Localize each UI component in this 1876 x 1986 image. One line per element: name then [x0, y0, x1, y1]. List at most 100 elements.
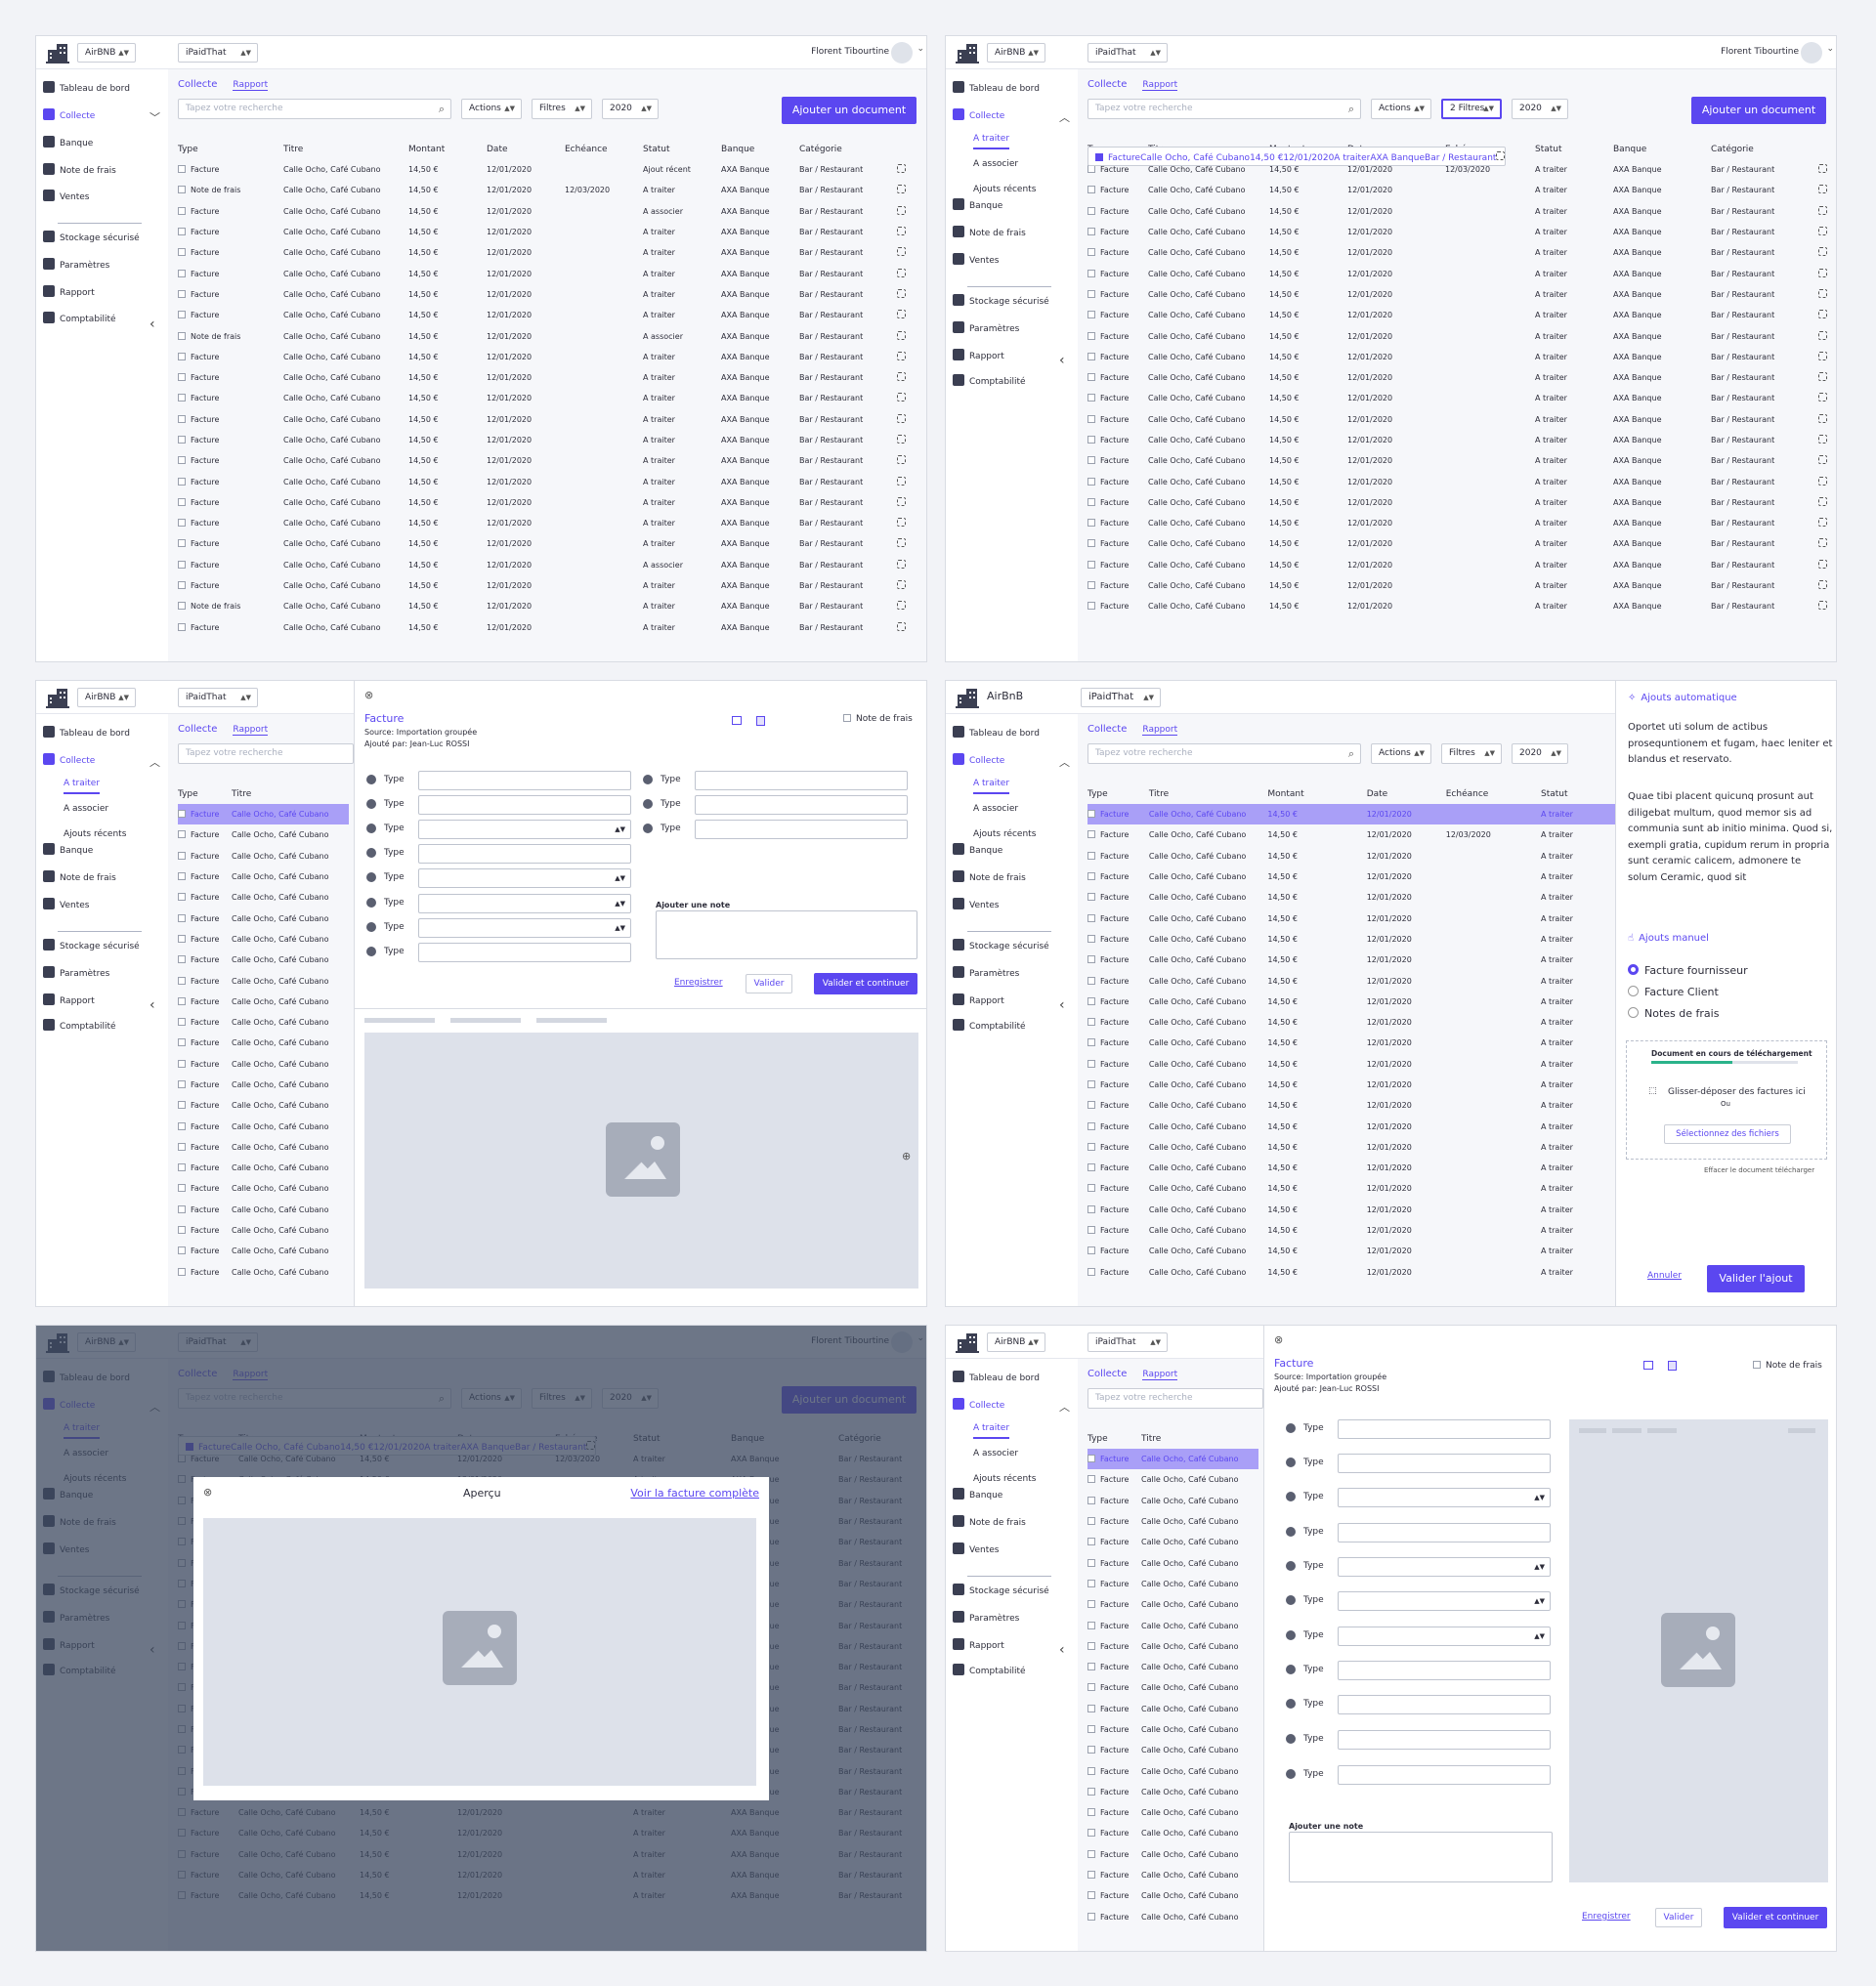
row-checkbox[interactable]: [1087, 1849, 1095, 1858]
row-checkbox[interactable]: [178, 1247, 186, 1255]
scan-icon[interactable]: [1818, 559, 1827, 569]
sidebar-item-comptabilite[interactable]: Comptabilité: [43, 312, 116, 327]
scan-icon[interactable]: [897, 393, 906, 402]
table-row[interactable]: FactureCalle Ocho, Café Cubano14,50 €12/…: [1087, 513, 1836, 533]
type-select[interactable]: ▲▼: [418, 820, 631, 839]
sidebar-sub-item[interactable]: Ajouts récents: [973, 185, 1036, 194]
checkbox[interactable]: [843, 714, 851, 722]
chevron-down-icon[interactable]: ﹀: [149, 109, 160, 125]
row-checkbox[interactable]: [1087, 581, 1095, 590]
sidebar-item-stockage[interactable]: Stockage sécurisé: [953, 939, 1049, 954]
table-row[interactable]: Facture Calle Ocho, Café Cubano: [178, 950, 349, 970]
table-row[interactable]: FactureCalle Ocho, Café Cubano14,50 €12/…: [1087, 450, 1836, 471]
table-row[interactable]: Facture Calle Ocho, Café Cubano: [178, 1012, 349, 1033]
sidebar-item-rapport[interactable]: Rapport: [953, 1638, 1004, 1654]
close-icon[interactable]: ⊗: [364, 689, 373, 701]
sidebar-item-parametres[interactable]: Paramètres: [43, 258, 109, 274]
table-row[interactable]: Facture Calle Ocho, Café Cubano: [1087, 1823, 1258, 1843]
avatar[interactable]: [891, 42, 913, 63]
table-row[interactable]: FactureCalle Ocho, Café Cubano14,50 €12/…: [1087, 929, 1615, 950]
sidebar-item-stockage[interactable]: Stockage sécurisé: [953, 1584, 1049, 1599]
sidebar-item-stockage[interactable]: Stockage sécurisé: [43, 939, 140, 954]
table-row[interactable]: Facture Calle Ocho, Café Cubano: [178, 1075, 349, 1095]
sidebar-item-note-de-frais[interactable]: Note de frais: [43, 870, 116, 886]
row-checkbox[interactable]: [1087, 872, 1095, 881]
scan-icon[interactable]: [1818, 496, 1827, 506]
table-row[interactable]: FactureCalle Ocho, Café Cubano14,50 €12/…: [1087, 367, 1836, 388]
type-input[interactable]: [695, 820, 908, 839]
table-row[interactable]: FactureCalle Ocho, Café Cubano14,50 €12/…: [178, 347, 926, 367]
radio-circle[interactable]: [1628, 964, 1639, 975]
sidebar-sub-item[interactable]: Ajouts récents: [973, 829, 1036, 839]
row-checkbox[interactable]: [1087, 893, 1095, 902]
row-checkbox[interactable]: [1087, 497, 1095, 506]
scan-icon[interactable]: [1818, 393, 1827, 402]
app-select[interactable]: iPaidThat ▲▼: [1081, 688, 1161, 707]
table-row[interactable]: FactureCalle Ocho, Café Cubano14,50 €12/…: [178, 533, 926, 554]
chevron-down-icon[interactable]: ⌄: [917, 44, 924, 54]
table-row[interactable]: FactureCalle Ocho, Café Cubano14,50 €12/…: [1087, 1137, 1615, 1158]
table-row[interactable]: FactureCalle Ocho, Café Cubano14,50 €12/…: [1087, 533, 1836, 554]
sidebar-item-banque[interactable]: Banque: [43, 136, 93, 151]
table-row[interactable]: FactureCalle Ocho, Café Cubano14,50 €12/…: [178, 513, 926, 533]
zoom-icon[interactable]: ⊕: [902, 1150, 911, 1162]
scan-icon[interactable]: [897, 351, 906, 360]
row-checkbox[interactable]: [1087, 602, 1095, 611]
row-checkbox[interactable]: [178, 622, 186, 631]
sidebar-item-dashboard[interactable]: Tableau de bord: [953, 1371, 1040, 1386]
sidebar-item-ventes[interactable]: Ventes: [953, 253, 999, 269]
avatar[interactable]: [1801, 42, 1822, 63]
sidebar-item-ventes[interactable]: Ventes: [953, 1542, 999, 1558]
sidebar-sub-item[interactable]: A associer: [973, 804, 1018, 814]
table-row[interactable]: FactureCalle Ocho, Café Cubano14,50 €12/…: [1087, 492, 1836, 513]
table-row[interactable]: FactureCalle Ocho, Café Cubano14,50 €12/…: [178, 222, 926, 242]
scan-icon[interactable]: [897, 268, 906, 277]
tab-collecte[interactable]: Collecte: [1087, 724, 1127, 735]
row-checkbox[interactable]: [178, 851, 186, 860]
table-row[interactable]: FactureCalle Ocho, Café Cubano14,50 €12/…: [1087, 575, 1836, 596]
table-row[interactable]: FactureCalle Ocho, Café Cubano14,50 €12/…: [1087, 950, 1615, 970]
sidebar-item-note-de-frais[interactable]: Note de frais: [953, 870, 1026, 886]
collapse-sidebar-icon[interactable]: ‹: [1059, 353, 1065, 368]
table-row[interactable]: Facture Calle Ocho, Café Cubano: [1087, 1511, 1258, 1532]
sidebar-item-comptabilite[interactable]: Comptabilité: [953, 374, 1026, 390]
row-checkbox[interactable]: [1087, 934, 1095, 943]
scan-icon[interactable]: [897, 205, 906, 215]
tab-rapport[interactable]: Rapport: [1142, 725, 1178, 736]
type-select[interactable]: ▲▼: [1338, 1591, 1551, 1611]
row-checkbox[interactable]: [178, 373, 186, 382]
type-select[interactable]: ▲▼: [1338, 1488, 1551, 1507]
sidebar-item-comptabilite[interactable]: Comptabilité: [43, 1019, 116, 1035]
table-row[interactable]: Facture Calle Ocho, Café Cubano: [1087, 1782, 1258, 1802]
row-checkbox[interactable]: [1087, 1641, 1095, 1650]
table-row[interactable]: FactureCalle Ocho, Café Cubano14,50 €12/…: [1087, 1075, 1615, 1095]
scan-icon[interactable]: [1818, 205, 1827, 215]
row-checkbox[interactable]: [178, 560, 186, 569]
table-row[interactable]: Facture Calle Ocho, Café Cubano: [1087, 1449, 1258, 1470]
table-row[interactable]: FactureCalle Ocho, Café Cubano14,50 €12/…: [178, 492, 926, 513]
table-row[interactable]: Facture Calle Ocho, Café Cubano: [178, 1137, 349, 1158]
app-select[interactable]: iPaidThat ▲▼: [1087, 43, 1168, 63]
sidebar-item-note-de-frais[interactable]: Note de frais: [953, 1515, 1026, 1531]
table-row[interactable]: FactureCalle Ocho, Café Cubano14,50 €12/…: [178, 201, 926, 222]
note-de-frais-toggle[interactable]: Note de frais: [1753, 1361, 1822, 1371]
org-select[interactable]: AirBNB▲▼: [77, 43, 136, 63]
table-row[interactable]: Facture Calle Ocho, Café Cubano: [1087, 1552, 1258, 1573]
scan-icon[interactable]: [1818, 601, 1827, 611]
checkbox[interactable]: [1753, 1361, 1761, 1369]
type-input[interactable]: [1338, 1661, 1551, 1680]
table-row[interactable]: FactureCalle Ocho, Café Cubano14,50 €12/…: [1087, 147, 1507, 166]
search-input[interactable]: Tapez votre recherche ⌕: [1087, 99, 1361, 119]
row-checkbox[interactable]: [1087, 228, 1095, 236]
table-row[interactable]: FactureCalle Ocho, Café Cubano14,50 €12/…: [1087, 409, 1836, 430]
row-checkbox[interactable]: [178, 186, 186, 194]
type-select[interactable]: ▲▼: [1338, 1557, 1551, 1577]
table-row[interactable]: FactureCalle Ocho, Café Cubano14,50 €12/…: [178, 284, 926, 305]
scan-icon[interactable]: [897, 185, 906, 194]
table-row[interactable]: Facture Calle Ocho, Café Cubano: [178, 1262, 349, 1283]
org-name[interactable]: AirBnB: [987, 690, 1023, 702]
list-view-icon[interactable]: [732, 716, 742, 725]
table-row[interactable]: FactureCalle Ocho, Café Cubano14,50 €12/…: [178, 450, 926, 471]
row-checkbox[interactable]: [178, 810, 186, 819]
row-checkbox[interactable]: [178, 206, 186, 215]
